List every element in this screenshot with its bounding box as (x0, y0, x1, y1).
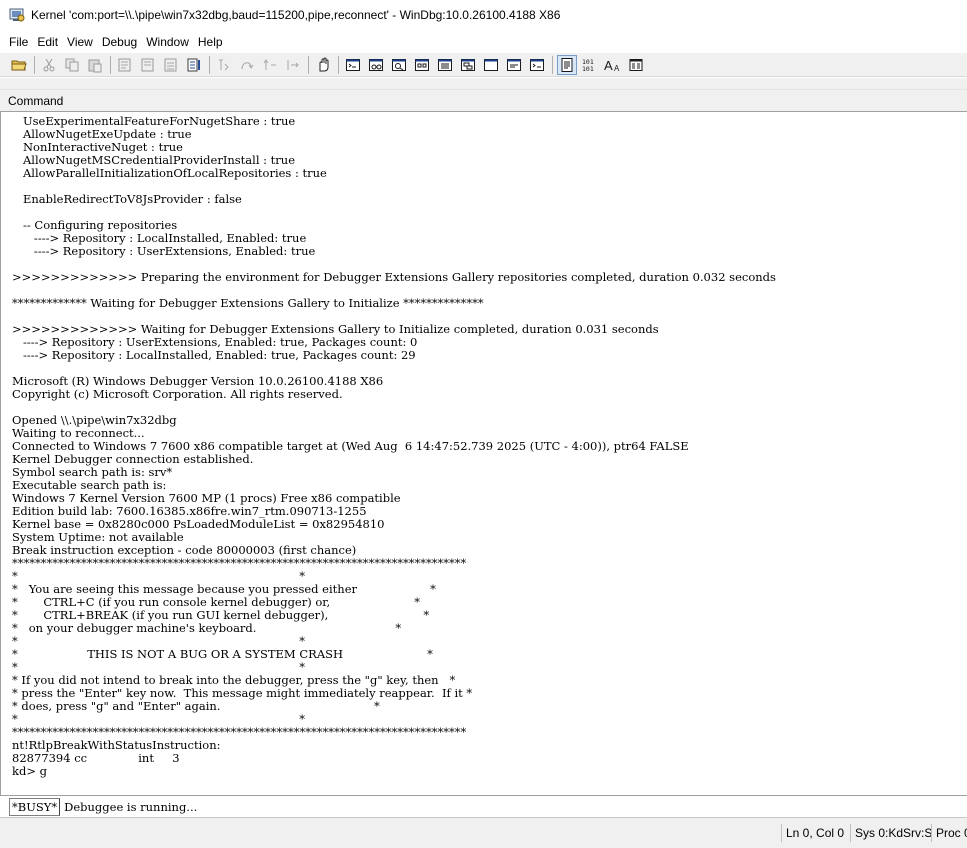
step-over-icon[interactable] (237, 55, 257, 75)
output-line: AllowParallelInitializationOfLocalReposi… (12, 166, 327, 180)
command-panel-title: Command (8, 94, 64, 108)
hand-icon[interactable] (313, 55, 333, 75)
locals-window-icon[interactable] (389, 55, 409, 75)
run-to-cursor-icon[interactable] (283, 55, 303, 75)
restart-icon[interactable] (138, 55, 158, 75)
menu-help[interactable]: Help (194, 35, 228, 49)
output-line: EnableRedirectToV8JsProvider : false (12, 192, 242, 206)
open-folder-icon[interactable] (9, 55, 29, 75)
font-icon[interactable]: A A (603, 55, 623, 75)
busy-prompt-label: *BUSY* (9, 798, 61, 816)
command-input[interactable] (62, 799, 967, 815)
paste-icon[interactable] (85, 55, 105, 75)
status-proc: Proc 0 (931, 824, 967, 842)
memory-window-icon[interactable] (435, 55, 455, 75)
status-sys: Sys 0:KdSrv:S (850, 824, 936, 842)
status-line-col: Ln 0, Col 0 (781, 824, 848, 842)
menu-file[interactable]: File (0, 35, 33, 49)
processes-window-icon[interactable] (527, 55, 547, 75)
menu-edit[interactable]: Edit (33, 35, 63, 49)
font-glyph-large: A (604, 58, 613, 73)
output-line: ----> Repository : LocalInstalled, Enabl… (12, 348, 416, 362)
status-bar: Ln 0, Col 0 Sys 0:KdSrv:S Proc 0 (0, 817, 967, 848)
output-line: 82877394 cc int 3 (12, 751, 180, 765)
toolbar-separator (34, 55, 35, 74)
command-input-bar: *BUSY* (0, 795, 967, 818)
toolbar-separator (308, 55, 309, 74)
title-bar: Kernel 'com:port=\\.\pipe\win7x32dbg,bau… (0, 0, 967, 30)
toolbar-dock-gap (0, 78, 967, 89)
step-out-icon[interactable] (260, 55, 280, 75)
window-title: Kernel 'com:port=\\.\pipe\win7x32dbg,bau… (31, 8, 561, 22)
scratch-pad-window-icon[interactable] (504, 55, 524, 75)
toolbar: 101 101 A A (0, 53, 967, 77)
hex-glyph-bottom: 101 (582, 65, 594, 73)
font-glyph-small: A (614, 64, 620, 73)
hex-mode-icon[interactable]: 101 101 (580, 55, 600, 75)
options-icon[interactable] (626, 55, 646, 75)
menu-window[interactable]: Window (142, 35, 194, 49)
toolbar-separator (338, 55, 339, 74)
menu-debug[interactable]: Debug (98, 35, 142, 49)
break-icon[interactable] (184, 55, 204, 75)
watch-window-icon[interactable] (366, 55, 386, 75)
output-line: >>>>>>>>>>>>> Preparing the environment … (12, 270, 776, 284)
command-output-area[interactable]: UseExperimentalFeatureForNugetShare : tr… (0, 111, 967, 795)
stop-icon[interactable] (161, 55, 181, 75)
output-line: ************* Waiting for Debugger Exten… (12, 296, 484, 310)
toolbar-separator (209, 55, 210, 74)
command-output-text: UseExperimentalFeatureForNugetShare : tr… (1, 112, 967, 778)
disassembly-window-icon[interactable] (481, 55, 501, 75)
source-mode-icon[interactable] (557, 54, 577, 75)
command-panel-header[interactable]: Command (0, 89, 967, 112)
command-window-icon[interactable] (343, 55, 363, 75)
output-line: kd> g (12, 764, 47, 778)
cut-icon[interactable] (39, 55, 59, 75)
windbg-app-icon (9, 7, 25, 23)
toolbar-separator (552, 55, 553, 74)
copy-icon[interactable] (62, 55, 82, 75)
go-icon[interactable] (115, 55, 135, 75)
menu-bar: File Edit View Debug Window Help (0, 32, 967, 52)
output-line: ----> Repository : UserExtensions, Enabl… (12, 244, 316, 258)
registers-window-icon[interactable] (412, 55, 432, 75)
output-line: Copyright (c) Microsoft Corporation. All… (12, 387, 343, 401)
toolbar-separator (110, 55, 111, 74)
call-stack-window-icon[interactable] (458, 55, 478, 75)
menu-view[interactable]: View (63, 35, 98, 49)
output-line: Opened \\.\pipe\win7x32dbg (12, 413, 177, 427)
step-into-icon[interactable] (214, 55, 234, 75)
